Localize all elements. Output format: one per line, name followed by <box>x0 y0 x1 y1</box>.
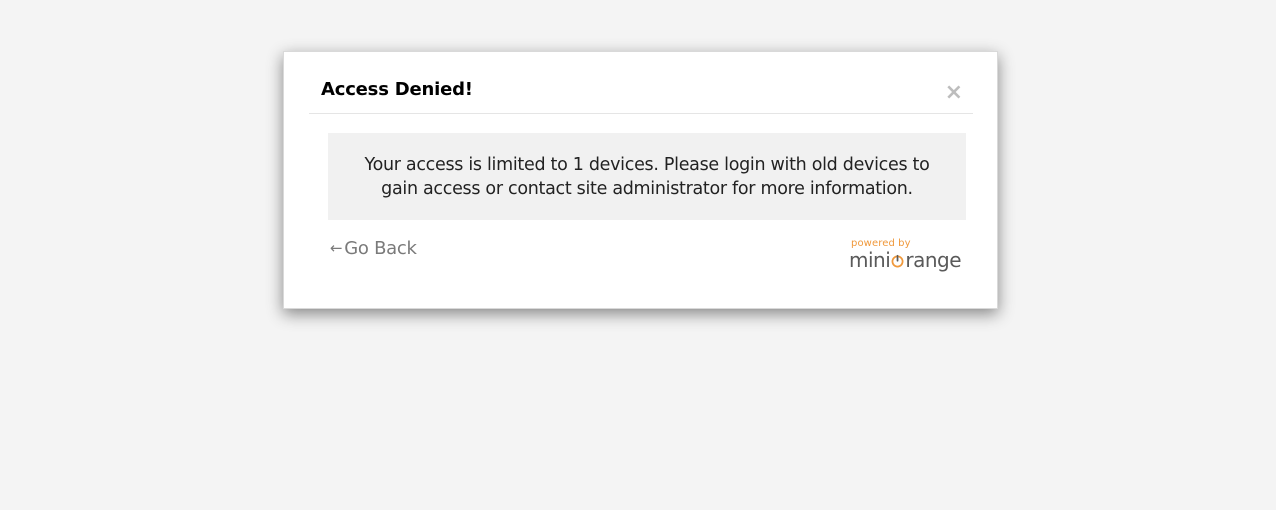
dialog-title: Access Denied! <box>321 79 473 100</box>
access-denied-message: Your access is limited to 1 devices. Ple… <box>364 154 930 199</box>
close-icon[interactable]: × <box>945 82 963 104</box>
go-back-label: Go Back <box>344 238 417 259</box>
brand-text-range: range <box>905 248 961 272</box>
arrow-left-icon: ← <box>330 238 343 257</box>
dialog-header: Access Denied! × <box>309 52 973 114</box>
miniorange-logo: mini range <box>849 249 961 271</box>
brand-text-mini: mini <box>849 248 891 272</box>
access-denied-dialog: Access Denied! × Your access is limited … <box>283 51 998 309</box>
go-back-link[interactable]: ← Go Back <box>330 238 417 259</box>
miniorange-o-icon <box>891 254 904 267</box>
powered-by-logo: powered by mini range <box>849 238 961 271</box>
message-box: Your access is limited to 1 devices. Ple… <box>328 133 966 220</box>
